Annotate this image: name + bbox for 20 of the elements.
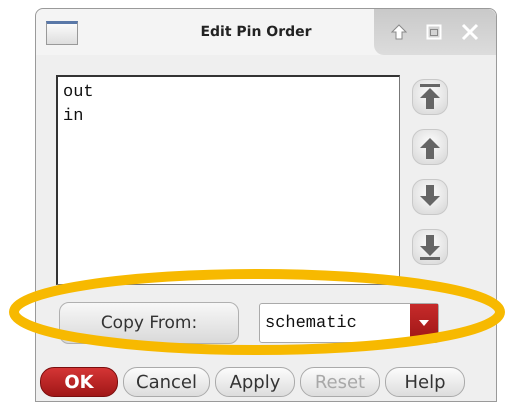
window-icon	[46, 21, 78, 45]
bottom-arrow-icon	[419, 234, 441, 260]
dialog-button[interactable]: Cancel	[123, 367, 210, 397]
move-to-top-button[interactable]	[412, 79, 448, 115]
window-title: Edit Pin Order	[199, 23, 313, 42]
copy-from-button[interactable]: Copy From:	[59, 302, 239, 344]
top-arrow-icon	[419, 84, 441, 110]
dialog-button[interactable]: Apply	[214, 367, 295, 397]
pin-item[interactable]: out	[63, 81, 394, 105]
source-dropdown[interactable]: schematic	[259, 303, 439, 343]
dialog-button[interactable]: OK	[40, 367, 118, 397]
pin-item[interactable]: in	[63, 105, 394, 129]
up-arrow-icon[interactable]	[391, 24, 408, 40]
maximize-icon[interactable]	[426, 24, 442, 40]
move-up-button[interactable]	[412, 129, 448, 165]
pin-list[interactable]: out in	[56, 75, 400, 285]
move-down-button[interactable]	[412, 179, 448, 215]
dialog-button[interactable]: Help	[384, 367, 465, 397]
move-to-bottom-button[interactable]	[412, 229, 448, 265]
caret-icon	[419, 320, 429, 326]
